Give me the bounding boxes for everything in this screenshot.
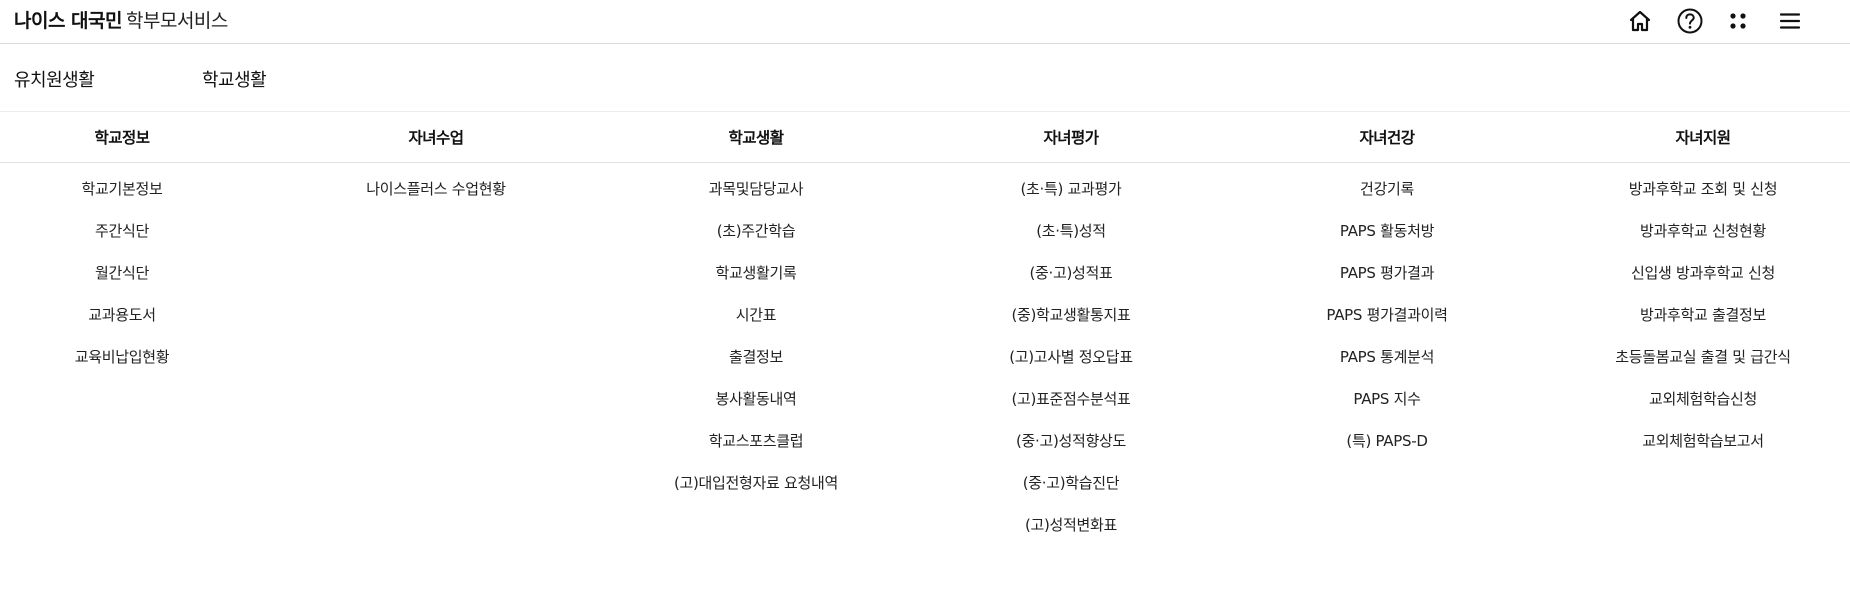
menu-item[interactable]: (중·고)성적향상도: [911, 430, 1231, 451]
menu-item[interactable]: 학교스포츠클럽: [596, 430, 916, 451]
column-title-child-class[interactable]: 자녀수업: [276, 126, 596, 148]
menu-item[interactable]: 교과용도서: [0, 304, 282, 325]
mega-menu-header: 학교정보 자녀수업 학교생활 자녀평가 자녀건강 자녀지원: [0, 112, 1850, 163]
menu-item[interactable]: 교육비납입현황: [0, 346, 282, 367]
menu-item[interactable]: (고)대입전형자료 요청내역: [596, 472, 916, 493]
hamburger-menu-icon[interactable]: [1774, 5, 1806, 37]
help-icon[interactable]: [1674, 5, 1706, 37]
menu-item[interactable]: 월간식단: [0, 262, 282, 283]
menu-item[interactable]: PAPS 통계분석: [1227, 346, 1547, 367]
menu-item[interactable]: (고)성적변화표: [911, 514, 1231, 535]
menu-item[interactable]: PAPS 평가결과: [1227, 262, 1547, 283]
menu-item[interactable]: (중·고)학습진단: [911, 472, 1231, 493]
menu-item[interactable]: PAPS 지수: [1227, 388, 1547, 409]
column-title-child-support[interactable]: 자녀지원: [1543, 126, 1850, 148]
menu-item[interactable]: (중·고)성적표: [911, 262, 1231, 283]
top-header: 나이스 대국민 학부모서비스: [0, 0, 1850, 44]
menu-item[interactable]: 학교기본정보: [0, 178, 282, 199]
menu-item[interactable]: 교외체험학습신청: [1543, 388, 1850, 409]
column-title-child-health[interactable]: 자녀건강: [1227, 126, 1547, 148]
menu-item[interactable]: (특) PAPS-D: [1227, 430, 1547, 451]
menu-item[interactable]: 방과후학교 신청현황: [1543, 220, 1850, 241]
menu-item[interactable]: (초)주간학습: [596, 220, 916, 241]
service-name: 학부모서비스: [126, 10, 228, 32]
menu-item[interactable]: 나이스플러스 수업현황: [276, 178, 596, 199]
menu-item[interactable]: 과목및담당교사: [596, 178, 916, 199]
column-title-school-life[interactable]: 학교생활: [596, 126, 916, 148]
menu-item[interactable]: 시간표: [596, 304, 916, 325]
menu-item[interactable]: PAPS 활동처방: [1227, 220, 1547, 241]
home-icon[interactable]: [1624, 5, 1656, 37]
menu-item[interactable]: 봉사활동내역: [596, 388, 916, 409]
tab-school-life[interactable]: 학교생활: [202, 66, 267, 92]
menu-item[interactable]: 방과후학교 출결정보: [1543, 304, 1850, 325]
menu-item[interactable]: 주간식단: [0, 220, 282, 241]
menu-item[interactable]: 교외체험학습보고서: [1543, 430, 1850, 451]
menu-item[interactable]: (초·특) 교과평가: [911, 178, 1231, 199]
menu-item[interactable]: (초·특)성적: [911, 220, 1231, 241]
menu-item[interactable]: 방과후학교 조회 및 신청: [1543, 178, 1850, 199]
main-tabs: 유치원생활 학교생활: [0, 44, 1850, 112]
mega-menu-body: 학교기본정보 주간식단 월간식단 교과용도서 교육비납입현황 나이스플러스 수업…: [0, 163, 1850, 605]
menu-item[interactable]: (중)학교생활통지표: [911, 304, 1231, 325]
column-title-child-evaluation[interactable]: 자녀평가: [911, 126, 1231, 148]
menu-item[interactable]: (고)표준점수분석표: [911, 388, 1231, 409]
menu-item[interactable]: PAPS 평가결과이력: [1227, 304, 1547, 325]
apps-grid-icon[interactable]: [1722, 5, 1754, 37]
brand-name: 나이스 대국민: [14, 10, 123, 32]
menu-item[interactable]: 건강기록: [1227, 178, 1547, 199]
menu-item[interactable]: 신입생 방과후학교 신청: [1543, 262, 1850, 283]
menu-item[interactable]: 학교생활기록: [596, 262, 916, 283]
tab-kindergarten[interactable]: 유치원생활: [14, 66, 95, 92]
site-logo[interactable]: 나이스 대국민 학부모서비스: [14, 6, 228, 33]
menu-item[interactable]: (고)고사별 정오답표: [911, 346, 1231, 367]
column-title-school-info[interactable]: 학교정보: [0, 126, 282, 148]
menu-item[interactable]: 초등돌봄교실 출결 및 급간식: [1543, 346, 1850, 367]
menu-item[interactable]: 출결정보: [596, 346, 916, 367]
